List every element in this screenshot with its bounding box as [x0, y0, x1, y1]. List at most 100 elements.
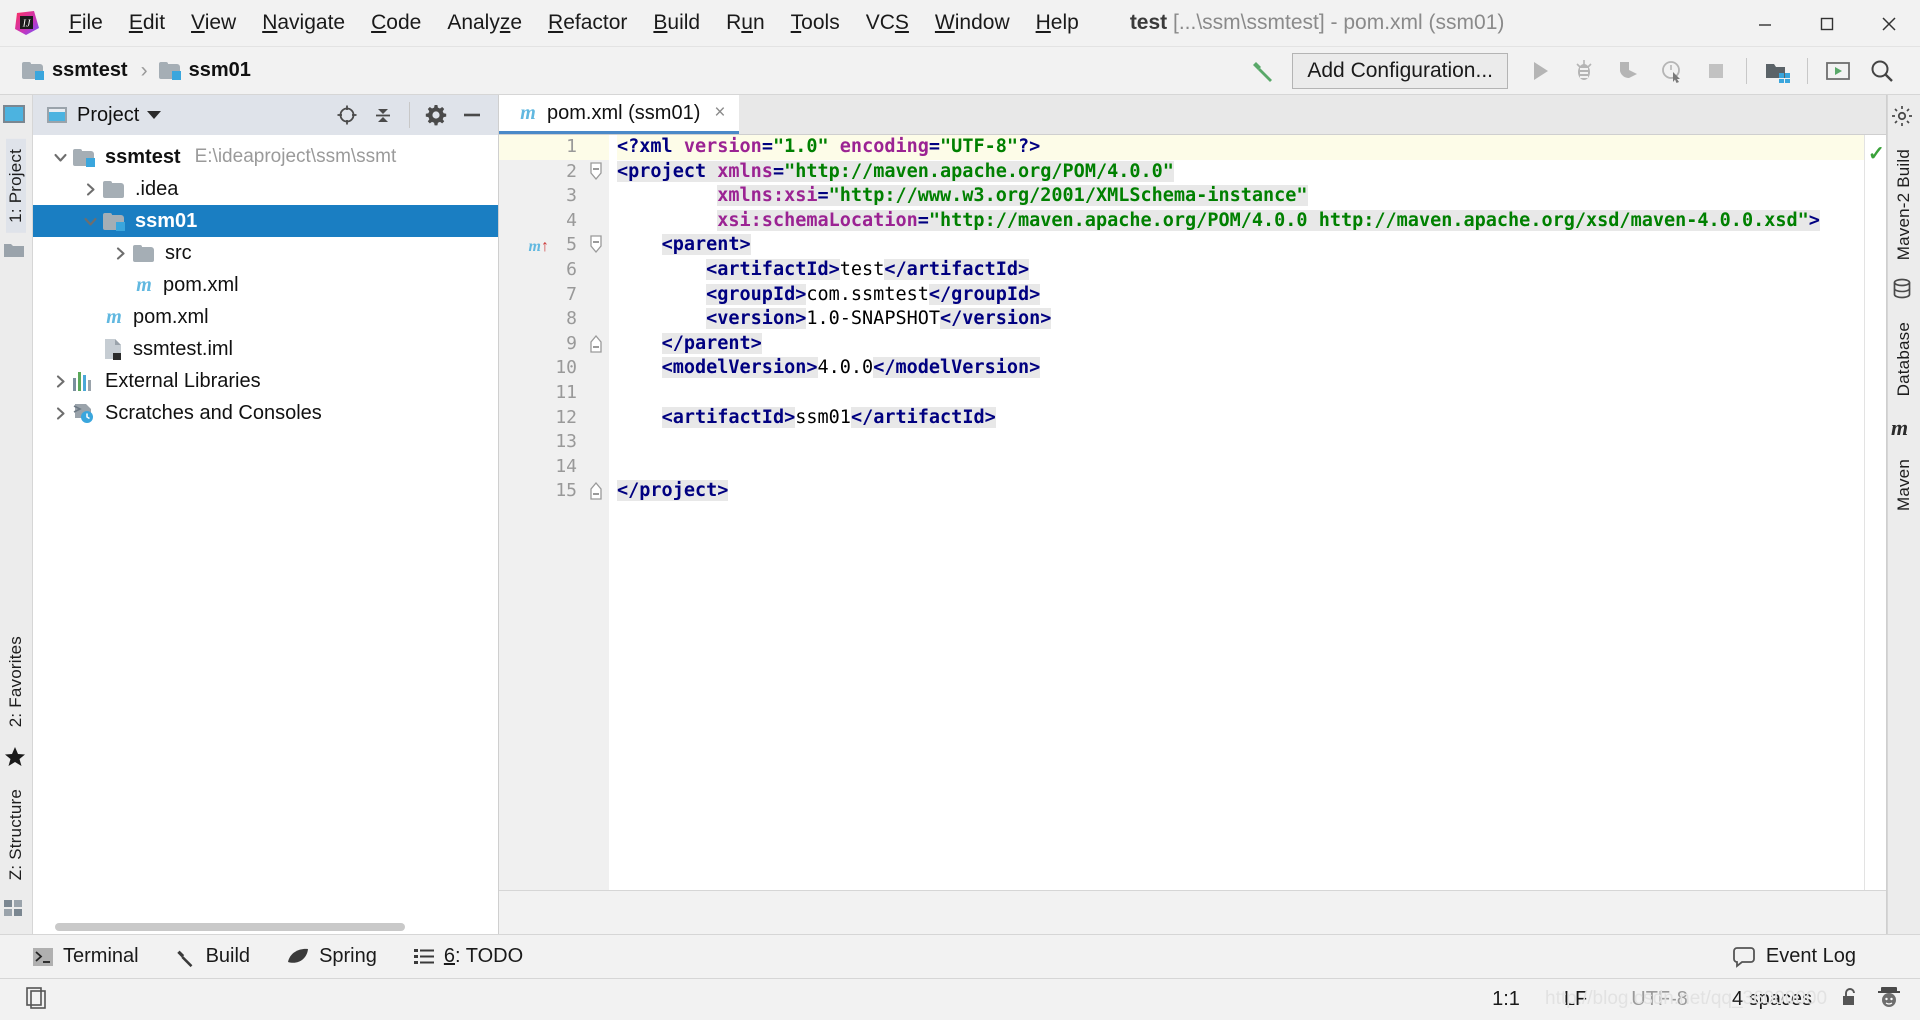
tree-node-ssm01[interactable]: ssm01 — [33, 205, 498, 237]
bottom-item-terminal[interactable]: Terminal — [32, 945, 139, 968]
code-line[interactable]: xmlns:xsi="http://www.w3.org/2001/XMLSch… — [617, 184, 1864, 209]
fold-marker[interactable] — [585, 160, 609, 185]
caret-position[interactable]: 1:1 — [1492, 988, 1520, 1011]
fold-marker[interactable] — [585, 332, 609, 357]
tree-node-external-libraries[interactable]: External Libraries — [33, 365, 498, 397]
breadcrumb-item-ssmtest[interactable]: ssmtest — [22, 59, 128, 82]
avatar-icon[interactable] — [1876, 984, 1902, 1015]
hide-icon[interactable] — [454, 97, 490, 133]
locate-icon[interactable] — [329, 97, 365, 133]
add-configuration-button[interactable]: Add Configuration... — [1292, 52, 1508, 89]
sidebar-item-favorites[interactable]: 2: Favorites — [6, 626, 26, 737]
code-line[interactable]: <modelVersion>4.0.0</modelVersion> — [617, 356, 1864, 381]
main-body: 1: Project 2: Favorites Z: Structure Pro… — [0, 95, 1920, 934]
code-line[interactable]: </parent> — [617, 332, 1864, 357]
code-line[interactable]: <?xml version="1.0" encoding="UTF-8"?> — [617, 135, 1864, 160]
tree-node-ssmtest-iml[interactable]: ssmtest.iml — [33, 333, 498, 365]
tree-node-src[interactable]: src — [33, 237, 498, 269]
sidebar-item-database[interactable]: Database — [1894, 312, 1914, 406]
menu-item-help[interactable]: Help — [1023, 9, 1092, 37]
code-line[interactable]: <parent> — [617, 233, 1864, 258]
build-hammer-icon[interactable] — [1242, 49, 1286, 93]
project-tree[interactable]: ssmtest E:\ideaproject\ssm\ssmt .idea ssm01… — [33, 135, 498, 920]
run-icon[interactable] — [1518, 49, 1562, 93]
tree-node-pom-xml[interactable]: m pom.xml — [33, 269, 498, 301]
code-editor[interactable]: 1 2 3 4 5 m↑ 6 7 8 9 10 11 12 13 14 15 <?xml version="1… — [499, 135, 1886, 890]
chevron-right-icon[interactable] — [107, 246, 133, 261]
code-line[interactable]: <groupId>com.ssmtest</groupId> — [617, 283, 1864, 308]
chevron-right-icon[interactable] — [77, 182, 103, 197]
code-folding-gutter[interactable] — [585, 135, 609, 890]
menu-item-analyze[interactable]: Analyze — [434, 9, 535, 37]
chevron-down-icon[interactable] — [147, 111, 162, 119]
search-everywhere-icon[interactable] — [1860, 49, 1904, 93]
menu-item-code[interactable]: Code — [358, 9, 434, 37]
sidebar-item-project[interactable]: 1: Project — [6, 139, 26, 233]
stop-icon[interactable] — [1694, 49, 1738, 93]
coverage-icon[interactable] — [1606, 49, 1650, 93]
debug-icon[interactable] — [1562, 49, 1606, 93]
menu-item-view[interactable]: View — [178, 9, 249, 37]
code-content[interactable]: <?xml version="1.0" encoding="UTF-8"?> <p… — [609, 135, 1864, 890]
settings-gear-icon[interactable] — [418, 97, 454, 133]
code-line[interactable]: <artifactId>ssm01</artifactId> — [617, 406, 1864, 431]
chevron-right-icon[interactable] — [47, 406, 73, 421]
code-line[interactable]: <version>1.0-SNAPSHOT</version> — [617, 307, 1864, 332]
code-line[interactable] — [617, 455, 1864, 480]
chevron-down-icon[interactable] — [47, 150, 73, 165]
code-line[interactable]: <artifactId>test</artifactId> — [617, 258, 1864, 283]
tree-node-ssmtest[interactable]: ssmtest E:\ideaproject\ssm\ssmt — [33, 141, 498, 173]
indent-setting[interactable]: 4 spaces — [1732, 988, 1812, 1011]
bottom-item-build[interactable]: Build — [175, 945, 250, 968]
tree-node-idea[interactable]: .idea — [33, 173, 498, 205]
menu-item-run[interactable]: Run — [713, 9, 778, 37]
sidebar-item-maven[interactable]: Maven — [1894, 449, 1914, 521]
fold-marker[interactable] — [585, 479, 609, 504]
menu-item-tools[interactable]: Tools — [778, 9, 853, 37]
menu-item-file[interactable]: File — [56, 9, 116, 37]
event-log-icon — [1733, 946, 1757, 968]
event-log-button[interactable]: Event Log — [1733, 945, 1856, 968]
menu-item-edit[interactable]: Edit — [116, 9, 178, 37]
tree-node-label: ssmtest — [105, 145, 181, 168]
bottom-item-spring[interactable]: Spring — [286, 945, 377, 968]
code-line[interactable]: </project> — [617, 479, 1864, 504]
project-tree-hscrollbar[interactable] — [33, 920, 498, 934]
minimize-button[interactable] — [1734, 0, 1796, 47]
collapse-all-icon[interactable] — [365, 97, 401, 133]
code-line[interactable] — [617, 430, 1864, 455]
tree-node-pom-xml[interactable]: m pom.xml — [33, 301, 498, 333]
close-button[interactable] — [1858, 0, 1920, 47]
sidebar-item-maven2-build[interactable]: Maven-2 Build — [1894, 139, 1914, 270]
line-separator[interactable]: LF — [1564, 988, 1587, 1011]
code-line[interactable]: <project xmlns="http://maven.apache.org/… — [617, 160, 1864, 185]
menu-item-refactor[interactable]: Refactor — [535, 9, 640, 37]
bottom-item-todo[interactable]: 6: TODO — [413, 945, 523, 968]
unlocked-icon[interactable] — [1838, 985, 1862, 1014]
error-stripe-marker[interactable]: ✓ — [1864, 135, 1886, 890]
chevron-down-icon[interactable] — [77, 214, 103, 229]
menu-item-vcs[interactable]: VCS — [853, 9, 922, 37]
menu-item-navigate[interactable]: Navigate — [249, 9, 358, 37]
tab-pom-xml[interactable]: m pom.xml (ssm01) × — [499, 95, 740, 134]
close-icon[interactable]: × — [714, 102, 725, 124]
sidebar-item-structure[interactable]: Z: Structure — [6, 779, 26, 890]
profiler-icon[interactable] — [1650, 49, 1694, 93]
memory-indicator-icon[interactable] — [24, 985, 50, 1014]
breadcrumb-label: ssm01 — [188, 59, 251, 81]
fold-marker[interactable] — [585, 233, 609, 258]
maximize-button[interactable] — [1796, 0, 1858, 47]
line-number-gutter[interactable]: 1 2 3 4 5 m↑ 6 7 8 9 10 11 12 13 14 15 — [499, 135, 585, 890]
project-structure-icon[interactable] — [1755, 49, 1799, 93]
code-line[interactable]: xsi:schemaLocation="http://maven.apache.… — [617, 209, 1864, 234]
chevron-right-icon[interactable] — [47, 374, 73, 389]
scrollbar-thumb[interactable] — [55, 923, 405, 931]
update-icon[interactable] — [1816, 49, 1860, 93]
tree-node-scratches-and-consoles[interactable]: Scratches and Consoles — [33, 397, 498, 429]
menu-item-window[interactable]: Window — [922, 9, 1023, 37]
file-encoding[interactable]: UTF-8 — [1631, 988, 1688, 1011]
code-line[interactable] — [617, 381, 1864, 406]
menu-item-build[interactable]: Build — [640, 9, 713, 37]
maven-parent-gutter-icon[interactable]: m↑ — [529, 235, 549, 260]
breadcrumb-item-ssm01[interactable]: ssm01 — [158, 59, 251, 82]
